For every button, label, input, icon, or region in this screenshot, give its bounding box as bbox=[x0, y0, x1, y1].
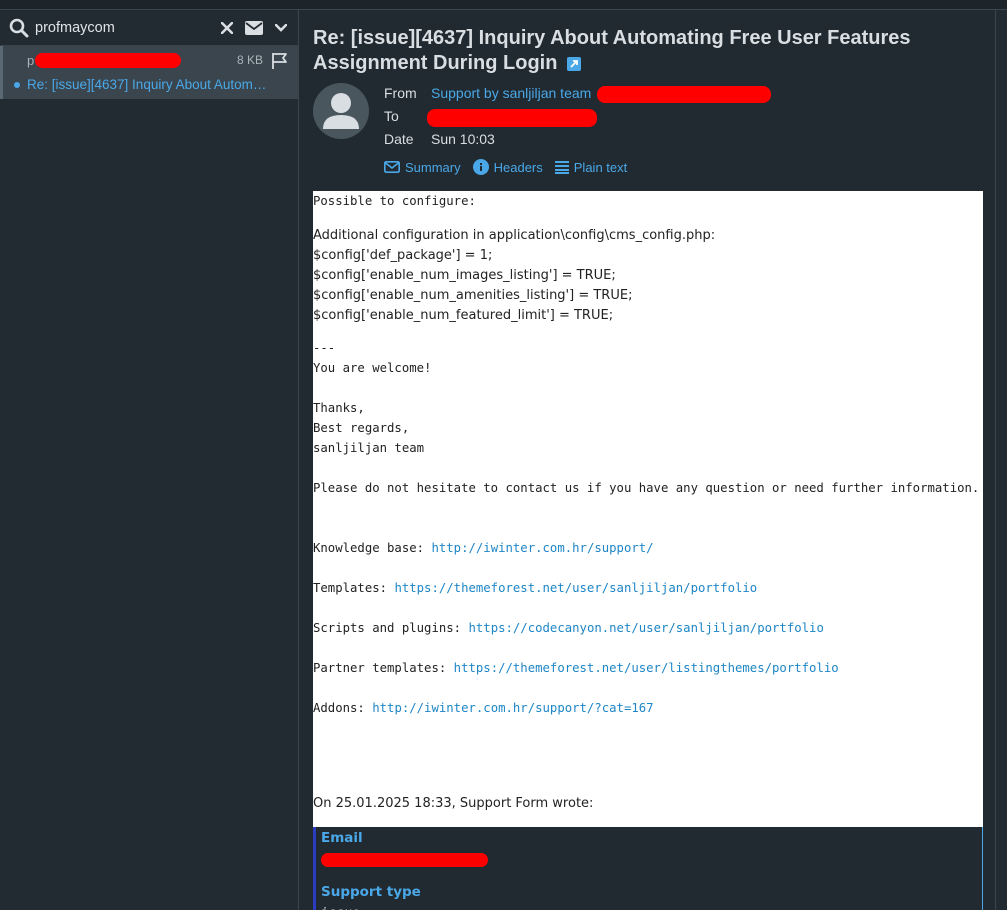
body-line: Best regards, bbox=[313, 421, 410, 435]
redacted-from-address bbox=[597, 86, 771, 103]
addons-line: Addons: http://iwinter.com.hr/support/?c… bbox=[313, 701, 654, 715]
body-line: $config['enable_num_images_listing'] = T… bbox=[313, 268, 616, 283]
support-type-label: Support type bbox=[321, 884, 421, 900]
close-icon[interactable] bbox=[218, 19, 236, 37]
body-line: Possible to configure: bbox=[313, 194, 476, 208]
plain-text-button[interactable]: Plain text bbox=[554, 159, 628, 175]
body-line: You are welcome! bbox=[313, 361, 432, 375]
redacted-email bbox=[321, 853, 488, 867]
redacted-sender bbox=[35, 53, 181, 68]
top-toolbar-strip bbox=[0, 0, 1007, 10]
message-body: Possible to configure: Additional config… bbox=[313, 191, 983, 827]
message-view: Re: [issue][4637] Inquiry About Automati… bbox=[299, 10, 995, 910]
flag-icon[interactable] bbox=[270, 52, 290, 70]
message-from: p bbox=[27, 53, 35, 68]
body-line: Please do not hesitate to contact us if … bbox=[313, 481, 980, 495]
message-title: Re: [issue][4637] Inquiry About Automati… bbox=[313, 26, 973, 76]
message-title-text: Re: [issue][4637] Inquiry About Automati… bbox=[313, 27, 911, 74]
from-label: From bbox=[384, 85, 417, 101]
addons-label: Addons: bbox=[313, 701, 373, 715]
headers-button[interactable]: Headers bbox=[472, 159, 543, 175]
scrollbar[interactable] bbox=[995, 10, 1007, 910]
search-bar: profmaycom bbox=[0, 10, 298, 46]
view-switcher: Summary Headers Plain text bbox=[384, 158, 639, 176]
from-value[interactable]: Support by sanljiljan team bbox=[431, 85, 591, 101]
summary-button[interactable]: Summary bbox=[384, 160, 461, 175]
body-line: Additional configuration in application\… bbox=[313, 228, 716, 243]
scripts-label: Scripts and plugins: bbox=[313, 621, 469, 635]
partner-line: Partner templates: https://themeforest.n… bbox=[313, 661, 839, 675]
partner-link[interactable]: https://themeforest.net/user/listingthem… bbox=[454, 661, 839, 675]
kb-link[interactable]: http://iwinter.com.hr/support/ bbox=[431, 541, 653, 555]
list-icon bbox=[554, 161, 569, 174]
knowledge-base-line: Knowledge base: http://iwinter.com.hr/su… bbox=[313, 541, 654, 555]
list-item[interactable]: p 8 KB Re: [issue][4637] Inquiry About A… bbox=[0, 46, 298, 99]
to-label: To bbox=[384, 108, 399, 124]
external-link-icon[interactable] bbox=[567, 56, 581, 71]
support-type-value: issue bbox=[321, 906, 360, 910]
envelope-icon[interactable] bbox=[245, 19, 263, 37]
templates-line: Templates: https://themeforest.net/user/… bbox=[313, 581, 757, 595]
addons-link[interactable]: http://iwinter.com.hr/support/?cat=167 bbox=[372, 701, 653, 715]
quoted-message: Email Support type issue bbox=[313, 827, 983, 910]
body-line: $config['def_package'] = 1; bbox=[313, 248, 493, 263]
message-size: 8 KB bbox=[236, 53, 263, 67]
body-line: $config['enable_num_featured_limit'] = T… bbox=[313, 308, 614, 323]
avatar bbox=[313, 83, 369, 139]
scripts-link[interactable]: https://codecanyon.net/user/sanljiljan/p… bbox=[468, 621, 823, 635]
summary-label: Summary bbox=[405, 159, 461, 175]
envelope-icon bbox=[384, 161, 400, 173]
body-line: sanljiljan team bbox=[313, 441, 425, 455]
templates-link[interactable]: https://themeforest.net/user/sanljiljan/… bbox=[394, 581, 757, 595]
signature-separator: --- bbox=[313, 341, 336, 355]
date-value: Sun 10:03 bbox=[431, 131, 495, 147]
message-list-panel: profmaycom p 8 KB Re: [issue][4637] Inqu… bbox=[0, 10, 299, 910]
body-line: $config['enable_num_amenities_listing'] … bbox=[313, 288, 633, 303]
message-subject: Re: [issue][4637] Inquiry About Automati… bbox=[27, 77, 267, 92]
templates-label: Templates: bbox=[313, 581, 395, 595]
body-line: Thanks, bbox=[313, 401, 365, 415]
chevron-down-icon[interactable] bbox=[272, 19, 290, 37]
info-icon bbox=[472, 159, 489, 175]
scripts-line: Scripts and plugins: https://codecanyon.… bbox=[313, 621, 824, 635]
plain-text-label: Plain text bbox=[573, 159, 628, 175]
headers-label: Headers bbox=[493, 159, 543, 175]
date-label: Date bbox=[384, 131, 414, 147]
search-icon[interactable] bbox=[9, 18, 29, 38]
email-label: Email bbox=[321, 830, 363, 846]
partner-label: Partner templates: bbox=[313, 661, 454, 675]
quote-intro: On 25.01.2025 18:33, Support Form wrote: bbox=[313, 796, 594, 811]
search-input[interactable]: profmaycom bbox=[35, 20, 209, 36]
redacted-to-address bbox=[427, 109, 597, 127]
unread-dot bbox=[14, 82, 20, 88]
kb-label: Knowledge base: bbox=[313, 541, 432, 555]
